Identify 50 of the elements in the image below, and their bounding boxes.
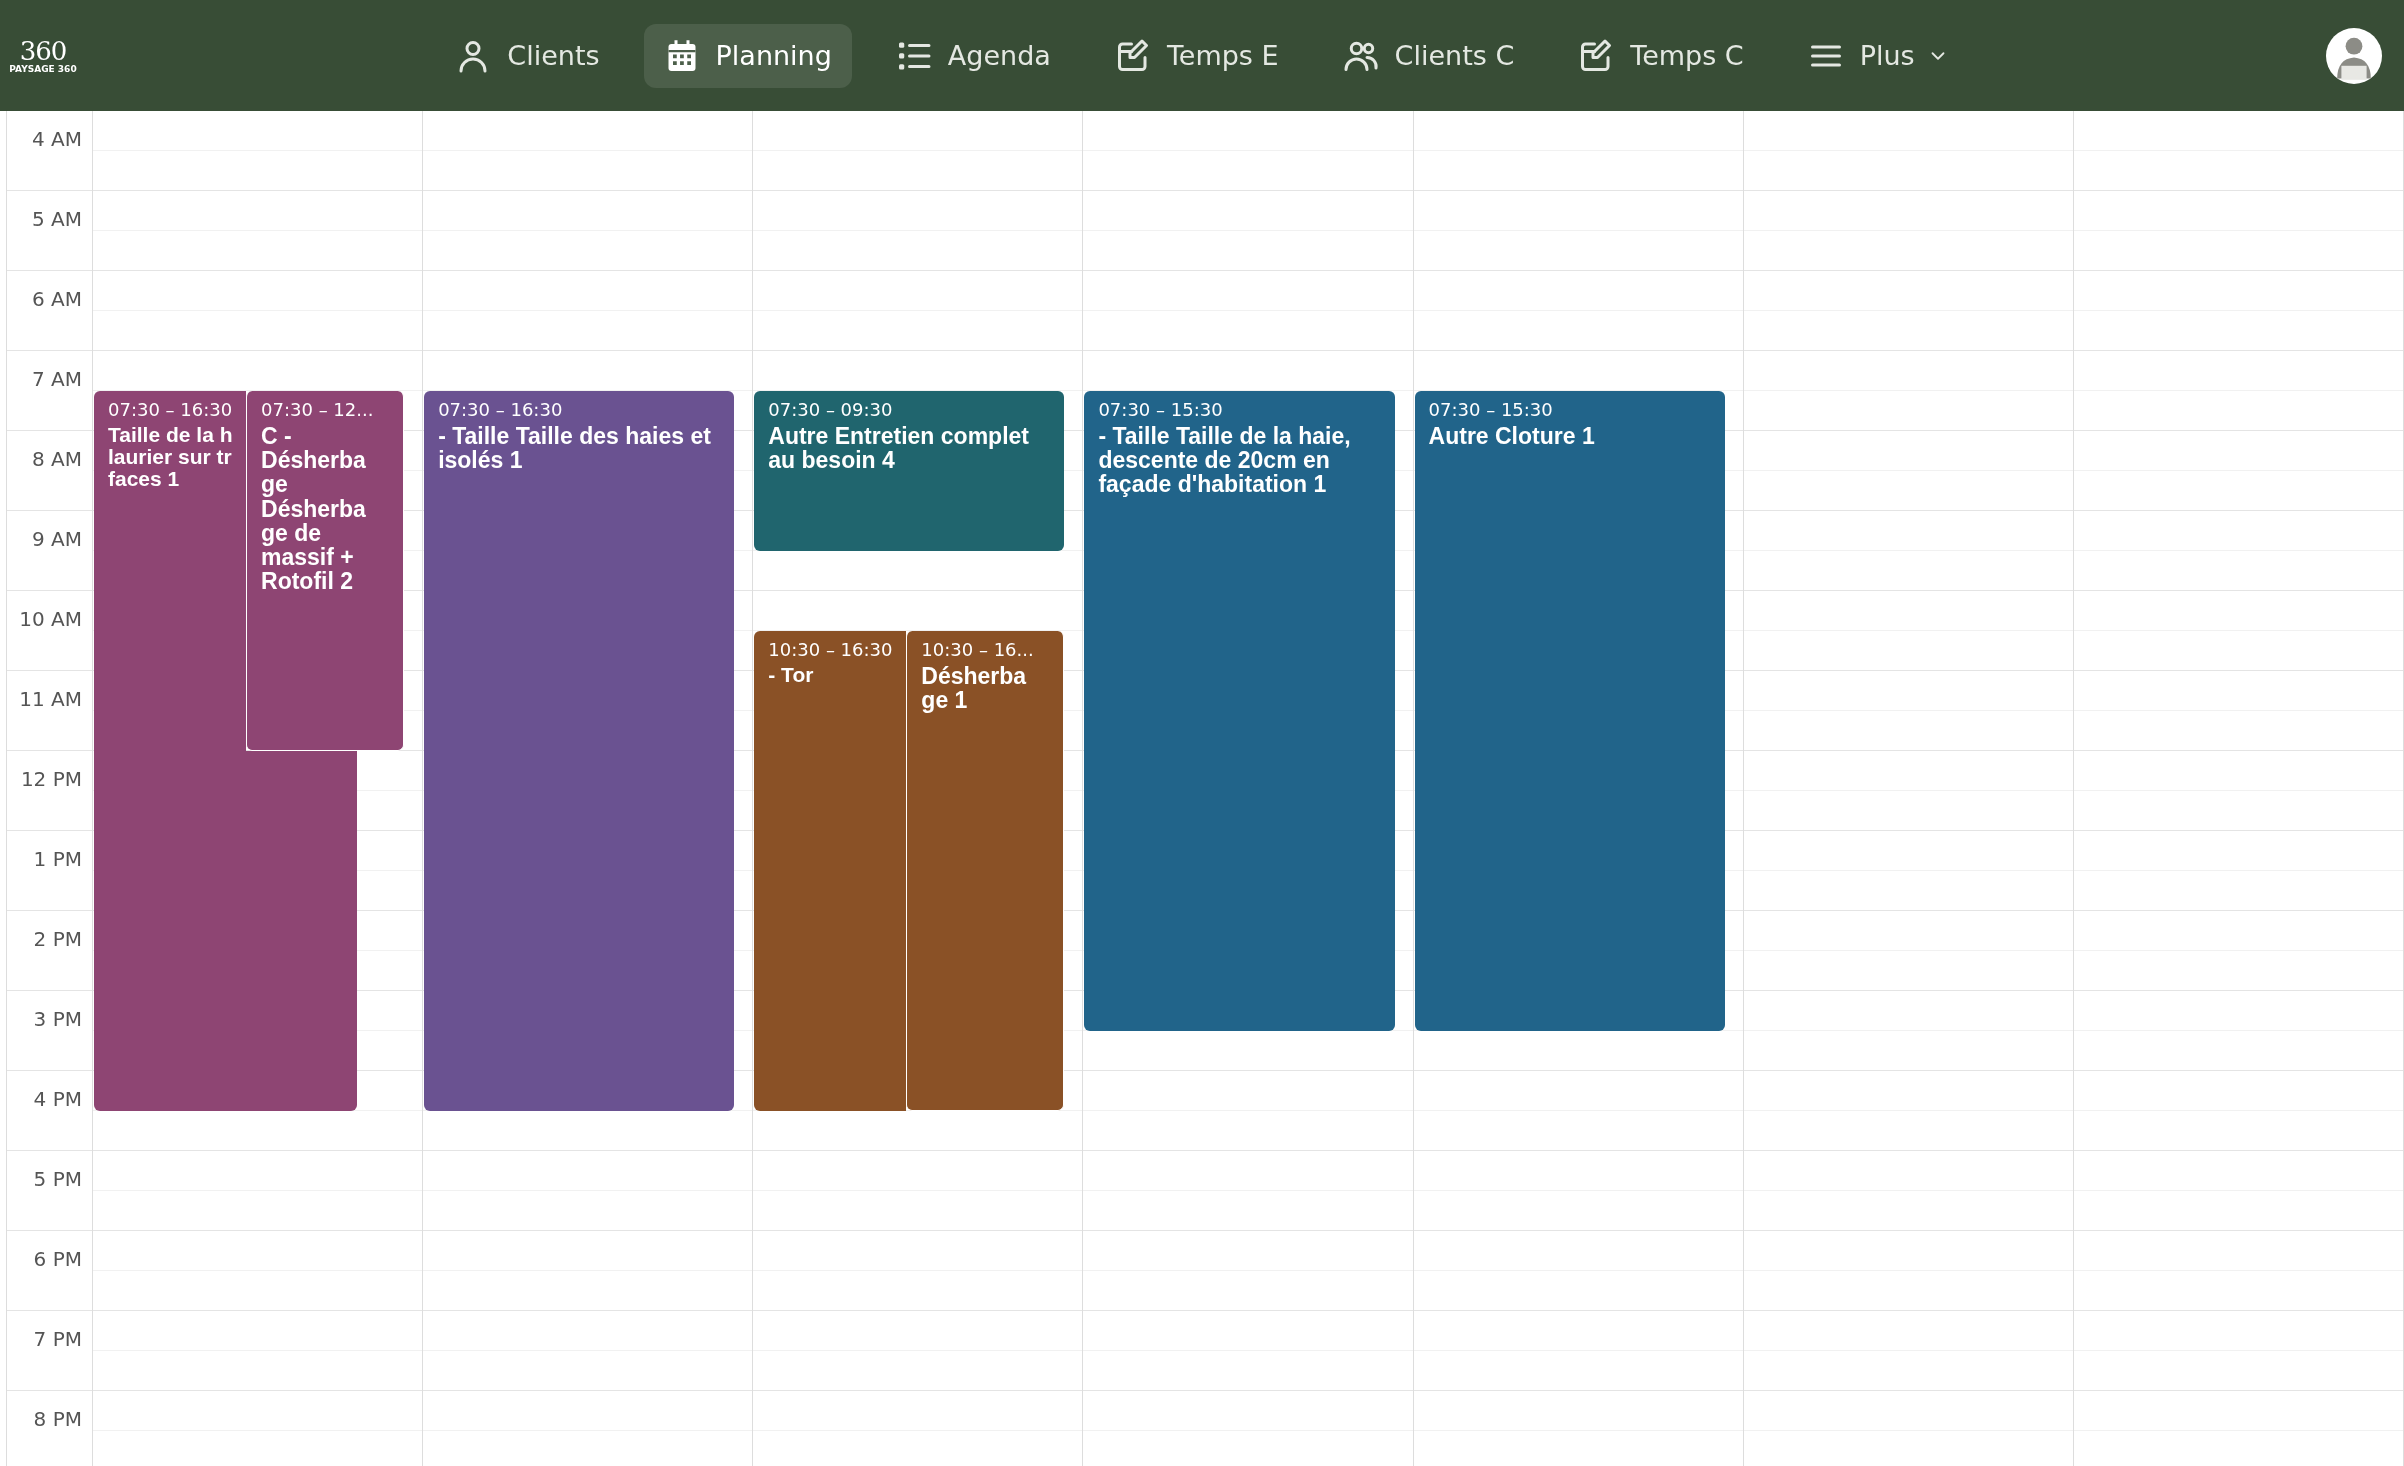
nav-tab[interactable]: Temps E xyxy=(1094,23,1299,88)
time-label: 6 AM xyxy=(31,287,82,311)
event-time: 10:30 – 16:30 xyxy=(768,638,894,662)
event-title: - Taille Taille de la haie, descente de 20cm en façade d'habitation 1 xyxy=(1098,424,1352,497)
time-label: 4 PM xyxy=(33,1087,82,1111)
time-label: 12 PM xyxy=(20,767,82,791)
time-label: 3 PM xyxy=(33,1007,82,1031)
nav-tab[interactable]: Plus xyxy=(1787,23,1969,88)
calendar-event[interactable]: 10:30 – 16:30 - Tor xyxy=(754,631,907,1111)
calendar-event[interactable]: 07:30 – 16:30 Taille de la h laurier sur tr faces 1 xyxy=(94,391,247,1111)
time-label: 2 PM xyxy=(33,927,82,951)
calendar-event[interactable]: 10:30 – 16... Désherba ge 1 xyxy=(906,631,1065,1111)
event-title: Taille de la h laurier sur tr faces 1 xyxy=(108,424,234,491)
calendar-event[interactable]: 07:30 – 15:30 - Taille Taille de la haie, descente de 20cm en façade d'habitation 1 xyxy=(1084,391,1395,1031)
time-label: 9 AM xyxy=(31,527,82,551)
time-label: 1 PM xyxy=(33,847,82,871)
time-label: 4 AM xyxy=(31,127,82,151)
calendar-event[interactable]: 07:30 – 15:30 Autre Cloture 1 xyxy=(1414,391,1725,1031)
event-title: Désherba ge 1 xyxy=(921,664,1028,713)
time-label: 5 PM xyxy=(33,1167,82,1191)
nav-tab[interactable]: Clients C xyxy=(1322,23,1535,88)
event-time: 07:30 – 16:30 xyxy=(438,398,564,422)
event-time: 07:30 – 09:30 xyxy=(768,398,894,422)
avatar[interactable] xyxy=(2326,27,2382,84)
time-label: 5 AM xyxy=(31,207,82,231)
event-time: 07:30 – 12... xyxy=(261,398,375,422)
event-title: - Taille Taille des haies et isolés 1 xyxy=(438,424,712,473)
time-label: 7 PM xyxy=(33,1327,82,1351)
event-time: 10:30 – 16... xyxy=(921,638,1035,662)
nav-tab[interactable]: Agenda xyxy=(875,23,1071,88)
nav-tab[interactable]: Temps C xyxy=(1558,23,1764,88)
time-label: 8 AM xyxy=(31,447,82,471)
time-label: 7 AM xyxy=(31,367,82,391)
calendar-event[interactable]: 07:30 – 09:30 Autre Entretien complet au besoin 4 xyxy=(754,391,1065,551)
logo[interactable]: 360 PAYSAGE 360 xyxy=(8,37,78,74)
event-time: 07:30 – 16:30 xyxy=(108,398,234,422)
time-label: 6 PM xyxy=(33,1247,82,1271)
calendar-event[interactable]: 07:30 – 12... C - Désherba ge Désherba ge de massif + Rotofil 2 xyxy=(246,391,405,751)
event-title: - Tor xyxy=(768,664,815,687)
time-label: 10 AM xyxy=(19,607,82,631)
event-title: C - Désherba ge Désherba ge de massif + Rotofil 2 xyxy=(261,424,367,594)
event-title: Autre Entretien complet au besoin 4 xyxy=(768,424,1030,473)
nav-tab[interactable]: Clients xyxy=(435,23,620,88)
event-title: Autre Cloture 1 xyxy=(1428,424,1596,449)
time-label: 8 PM xyxy=(33,1407,82,1431)
event-time: 07:30 – 15:30 xyxy=(1428,398,1554,422)
event-time: 07:30 – 15:30 xyxy=(1098,398,1224,422)
nav-tab[interactable]: Planning xyxy=(643,23,852,88)
calendar-event[interactable]: 07:30 – 16:30 - Taille Taille des haies et isolés 1 xyxy=(424,391,735,1111)
time-label: 11 AM xyxy=(19,687,82,711)
